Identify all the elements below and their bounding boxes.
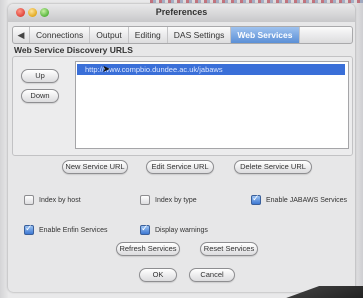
tab-editing[interactable]: Editing: [129, 27, 168, 43]
tab-scroll-left-icon[interactable]: ◀: [13, 27, 30, 43]
index-by-type-label: Index by type: [155, 196, 197, 204]
preferences-window: Preferences ◀ Connections Output Editing…: [8, 4, 355, 292]
move-up-button[interactable]: Up: [21, 69, 59, 83]
section-title: Web Service Discovery URLS: [14, 45, 133, 55]
title-bar[interactable]: Preferences: [8, 4, 355, 22]
tab-web-services[interactable]: Web Services: [231, 27, 300, 43]
background-shadow: [255, 286, 363, 298]
enable-enfin-checkbox[interactable]: [24, 223, 34, 235]
url-panel: Up Down http://www.compbio.dundee.ac.uk/…: [12, 56, 353, 156]
display-warnings-label: Display warnings: [155, 226, 208, 234]
cancel-button[interactable]: Cancel: [189, 268, 235, 282]
enable-jabaws-label: Enable JABAWS Services: [266, 196, 348, 204]
display-warnings-checkbox[interactable]: [140, 223, 150, 235]
enable-enfin-option[interactable]: Enable Enfin Services: [24, 223, 108, 235]
enable-enfin-label: Enable Enfin Services: [39, 226, 108, 234]
reset-services-button[interactable]: Reset Services: [200, 242, 258, 256]
display-warnings-option[interactable]: Display warnings: [140, 223, 208, 235]
tab-bar: ◀ Connections Output Editing DAS Setting…: [12, 26, 353, 44]
window-title: Preferences: [155, 7, 208, 17]
index-by-host-label: Index by host: [39, 196, 81, 204]
url-list-item[interactable]: http://www.compbio.dundee.ac.uk/jabaws: [77, 64, 345, 75]
background-left: [0, 0, 8, 298]
url-list[interactable]: http://www.compbio.dundee.ac.uk/jabaws ➤: [75, 61, 349, 149]
tab-das-settings[interactable]: DAS Settings: [168, 27, 232, 43]
tab-output[interactable]: Output: [90, 27, 129, 43]
index-by-type-option[interactable]: Index by type: [140, 195, 197, 205]
background-strip: [150, 0, 363, 3]
tab-connections[interactable]: Connections: [30, 27, 91, 43]
mouse-pointer-icon: ➤: [102, 64, 111, 75]
edit-service-url-button[interactable]: Edit Service URL: [146, 160, 214, 174]
ok-button[interactable]: OK: [139, 268, 177, 282]
move-down-button[interactable]: Down: [21, 89, 59, 103]
new-service-url-button[interactable]: New Service URL: [62, 160, 128, 174]
enable-jabaws-option[interactable]: Enable JABAWS Services: [251, 193, 348, 205]
delete-service-url-button[interactable]: Delete Service URL: [234, 160, 312, 174]
index-by-host-checkbox[interactable]: [24, 195, 34, 205]
enable-jabaws-checkbox[interactable]: [251, 193, 261, 205]
index-by-type-checkbox[interactable]: [140, 195, 150, 205]
refresh-services-button[interactable]: Refresh Services: [116, 242, 180, 256]
index-by-host-option[interactable]: Index by host: [24, 195, 81, 205]
